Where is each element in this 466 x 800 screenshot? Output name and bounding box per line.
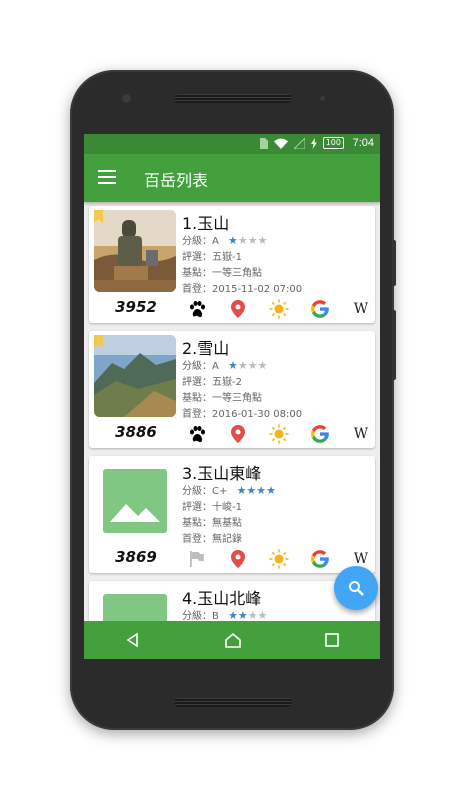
mountain-name: 1.玉山 [182, 214, 230, 233]
bottom-speaker [174, 698, 292, 707]
base-point-text: 基點：一等三角點 [182, 393, 262, 404]
screen: 100 7:04 百岳列表 3952 1.玉山 分級：A ★★★★ 評選：五嶽-… [84, 134, 380, 659]
mountain-card[interactable]: 3869 3.玉山東峰 分級：C+ ★★★★ 評選：十峻-1 基點：無基點 首登… [89, 456, 375, 573]
google-icon[interactable] [309, 423, 331, 445]
app-bar: 百岳列表 [84, 154, 380, 202]
signal-icon [293, 137, 305, 149]
front-camera [122, 94, 131, 103]
sun-icon[interactable] [268, 548, 290, 570]
mountain-photo-placeholder[interactable] [94, 585, 176, 622]
paw-icon[interactable] [186, 298, 208, 320]
google-icon[interactable] [309, 298, 331, 320]
power-button [392, 240, 396, 286]
location-pin-icon[interactable] [227, 423, 249, 445]
charging-icon [310, 137, 317, 149]
clock: 7:04 [352, 137, 374, 149]
first-climb-text: 首登：無記錄 [182, 534, 242, 545]
base-point-text: 基點：一等三角點 [182, 268, 262, 279]
elevation: 3869 [115, 548, 157, 566]
mountain-list[interactable]: 3952 1.玉山 分級：A ★★★★ 評選：五嶽-1 基點：一等三角點 首登：… [84, 202, 380, 622]
phone-frame: 100 7:04 百岳列表 3952 1.玉山 分級：A ★★★★ 評選：五嶽-… [70, 70, 396, 730]
mountain-card[interactable]: 3952 1.玉山 分級：A ★★★★ 評選：五嶽-1 基點：一等三角點 首登：… [89, 206, 375, 323]
top-speaker [174, 94, 292, 103]
star-rating: ★★★★ [228, 234, 268, 247]
grade-row: 分級：C+ ★★★★ [182, 482, 276, 497]
back-icon[interactable] [125, 632, 141, 648]
volume-button [392, 310, 396, 380]
sim-icon [259, 137, 268, 149]
paw-icon[interactable] [186, 423, 208, 445]
system-nav-bar [84, 621, 380, 659]
page-title: 百岳列表 [144, 171, 209, 190]
sun-icon[interactable] [268, 423, 290, 445]
card-actions: W [186, 298, 372, 320]
grade-row: 分級：A ★★★★ [182, 232, 268, 247]
grade-text: 分級：A [182, 361, 219, 372]
elevation: 3886 [115, 423, 157, 441]
status-icons: 100 [259, 137, 344, 149]
wikipedia-icon[interactable]: W [350, 423, 372, 445]
mountain-photo[interactable] [94, 210, 176, 292]
mountain-name: 4.玉山北峰 [182, 589, 262, 608]
sun-icon[interactable] [268, 298, 290, 320]
card-actions: W [186, 423, 372, 445]
menu-icon[interactable] [98, 170, 116, 184]
battery-level: 100 [322, 137, 344, 149]
mountain-photo-placeholder[interactable] [94, 460, 176, 542]
status-bar: 100 7:04 [84, 134, 380, 154]
base-point-text: 基點：無基點 [182, 518, 242, 529]
first-climb-text: 首登：2015-11-02 07:00 [182, 284, 303, 295]
grade-text: 分級：C+ [182, 486, 228, 497]
first-climb-text: 首登：2016-01-30 08:00 [182, 409, 303, 420]
grade-row: 分級：B ★★★★ [182, 607, 268, 622]
wikipedia-icon[interactable]: W [350, 298, 372, 320]
google-icon[interactable] [309, 548, 331, 570]
home-icon[interactable] [224, 632, 242, 648]
rating-text: 評選：五嶽-1 [182, 252, 242, 263]
rating-text: 評選：十峻-1 [182, 502, 242, 513]
mountain-card[interactable]: 4.玉山北峰 分級：B ★★★★ [89, 581, 375, 622]
flag-icon[interactable] [186, 548, 208, 570]
star-rating: ★★★★ [228, 359, 268, 372]
grade-row: 分級：A ★★★★ [182, 357, 268, 372]
location-pin-icon[interactable] [227, 548, 249, 570]
location-pin-icon[interactable] [227, 298, 249, 320]
mountain-card[interactable]: 3886 2.雪山 分級：A ★★★★ 評選：五嶽-2 基點：一等三角點 首登：… [89, 331, 375, 448]
proximity-sensor [320, 96, 325, 101]
card-actions: W [186, 548, 372, 570]
mountain-name: 3.玉山東峰 [182, 464, 262, 483]
rating-text: 評選：五嶽-2 [182, 377, 242, 388]
mountain-name: 2.雪山 [182, 339, 230, 358]
grade-text: 分級：A [182, 236, 219, 247]
recents-icon[interactable] [324, 633, 339, 647]
search-button[interactable] [334, 566, 378, 610]
elevation: 3952 [115, 298, 157, 316]
wifi-icon [273, 138, 288, 149]
star-rating: ★★★★ [236, 484, 277, 497]
mountain-photo[interactable] [94, 335, 176, 417]
search-icon [349, 581, 364, 596]
